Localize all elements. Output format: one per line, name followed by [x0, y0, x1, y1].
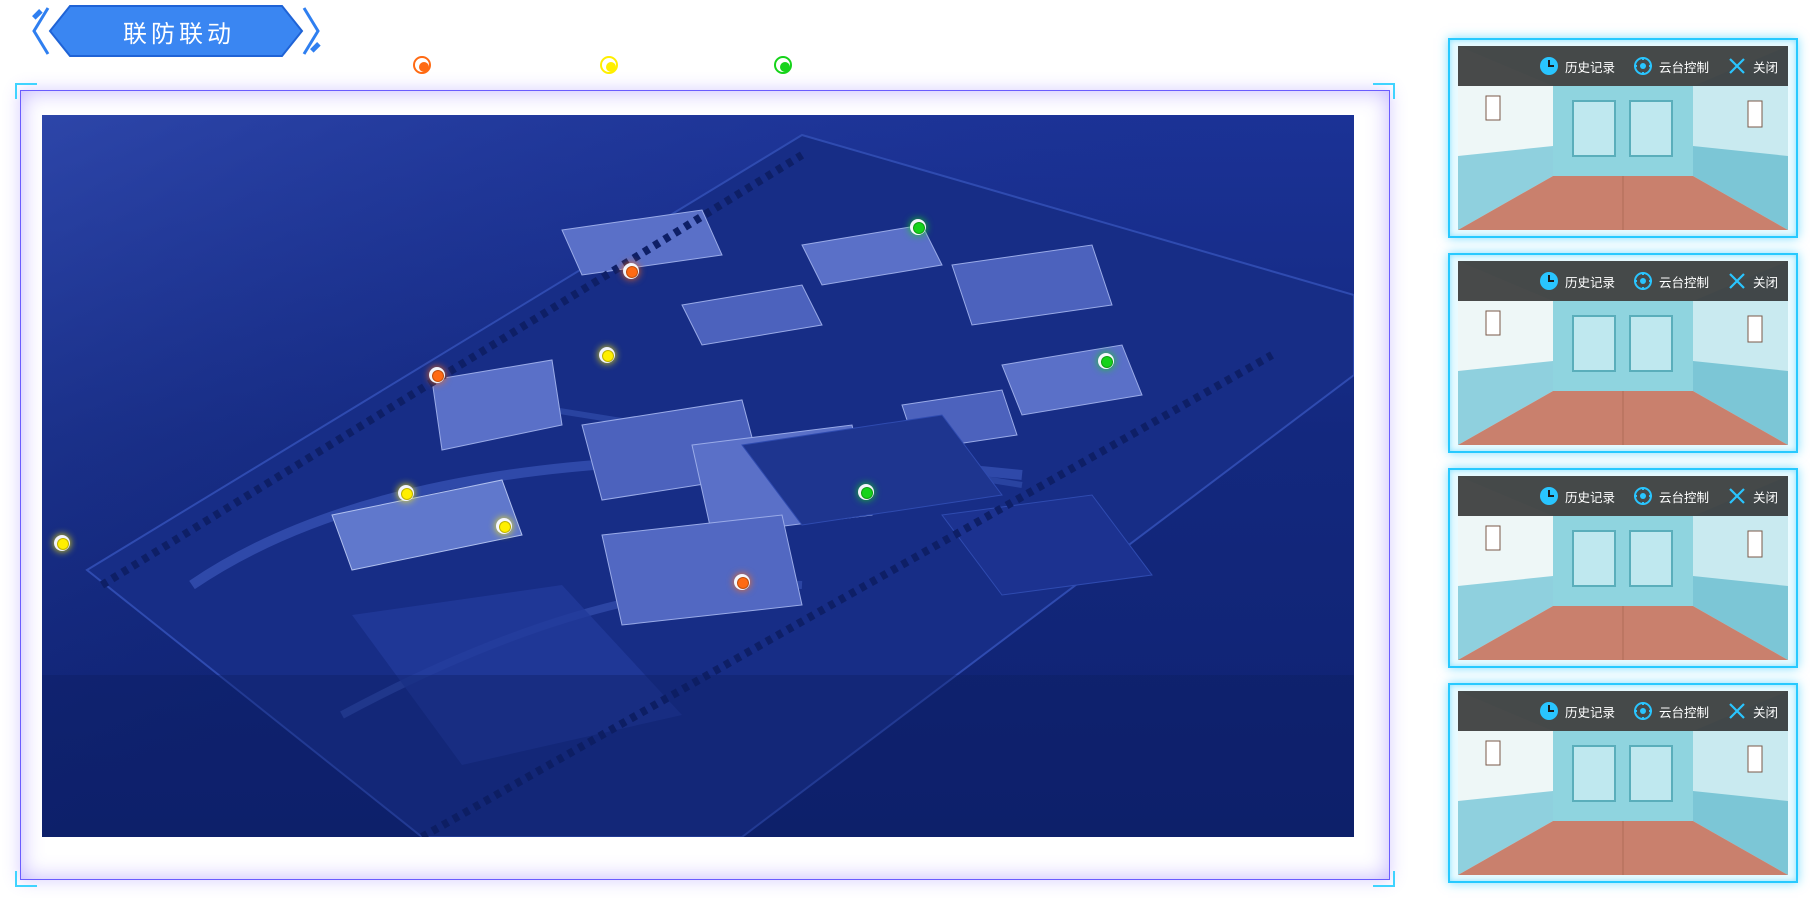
- frame-corner: [1373, 83, 1395, 99]
- close-icon: [1729, 488, 1745, 504]
- close-button[interactable]: 关闭: [1727, 271, 1778, 291]
- map-marker-orange[interactable]: [429, 367, 445, 383]
- history-button[interactable]: 历史记录: [1539, 701, 1615, 721]
- ptz-control-icon: [1633, 272, 1652, 290]
- ptz-control-label: 云台控制: [1658, 704, 1709, 720]
- close-label: 关闭: [1752, 59, 1778, 75]
- history-button[interactable]: 历史记录: [1539, 271, 1615, 291]
- title-badge: 联防联动: [26, 2, 326, 60]
- history-label: 历史记录: [1564, 274, 1615, 290]
- page-title: 联防联动: [123, 19, 235, 48]
- map-marker-green[interactable]: [910, 219, 926, 235]
- linked-defense-page: 联防联动 历史记录 云台控制 关闭 历史记录 云台控制 关闭 历史记录 云台控制…: [0, 0, 1810, 901]
- legend-dot-green: [774, 56, 792, 74]
- map-panel: [15, 83, 1395, 887]
- ptz-control-button[interactable]: 云台控制: [1633, 486, 1709, 506]
- map-marker-yellow[interactable]: [496, 518, 512, 534]
- close-icon: [1729, 703, 1745, 719]
- history-icon: [1539, 487, 1558, 505]
- ptz-control-label: 云台控制: [1658, 274, 1709, 290]
- frame-corner: [1373, 871, 1395, 887]
- campus-aerial-image: [42, 115, 1354, 837]
- camera-panel-4: 历史记录 云台控制 关闭: [1448, 683, 1798, 883]
- camera-toolbar: 历史记录 云台控制 关闭: [1458, 476, 1788, 516]
- camera-toolbar: 历史记录 云台控制 关闭: [1458, 691, 1788, 731]
- map-marker-orange[interactable]: [734, 574, 750, 590]
- frame-corner: [15, 871, 37, 887]
- history-icon: [1539, 57, 1558, 75]
- map-marker-orange[interactable]: [623, 263, 639, 279]
- history-icon: [1539, 702, 1558, 720]
- ptz-control-button[interactable]: 云台控制: [1633, 56, 1709, 76]
- camera-panel-3: 历史记录 云台控制 关闭: [1448, 468, 1798, 668]
- close-label: 关闭: [1752, 704, 1778, 720]
- history-icon: [1539, 272, 1558, 290]
- close-button[interactable]: 关闭: [1727, 701, 1778, 721]
- camera-feed[interactable]: 历史记录 云台控制 关闭: [1458, 261, 1788, 445]
- close-button[interactable]: 关闭: [1727, 486, 1778, 506]
- ptz-control-label: 云台控制: [1658, 59, 1709, 75]
- legend-dot-orange: [413, 56, 431, 74]
- ptz-control-icon: [1633, 57, 1652, 75]
- history-button[interactable]: 历史记录: [1539, 56, 1615, 76]
- camera-feed[interactable]: 历史记录 云台控制 关闭: [1458, 46, 1788, 230]
- map-marker-green[interactable]: [1098, 353, 1114, 369]
- close-label: 关闭: [1752, 489, 1778, 505]
- frame-corner: [15, 83, 37, 99]
- ptz-control-icon: [1633, 487, 1652, 505]
- history-button[interactable]: 历史记录: [1539, 486, 1615, 506]
- ptz-control-label: 云台控制: [1658, 489, 1709, 505]
- map-marker-yellow[interactable]: [54, 535, 70, 551]
- history-label: 历史记录: [1564, 59, 1615, 75]
- map-marker-yellow[interactable]: [599, 347, 615, 363]
- map-marker-yellow[interactable]: [398, 485, 414, 501]
- camera-panel-1: 历史记录 云台控制 关闭: [1448, 38, 1798, 238]
- close-label: 关闭: [1752, 274, 1778, 290]
- camera-feed[interactable]: 历史记录 云台控制 关闭: [1458, 691, 1788, 875]
- history-label: 历史记录: [1564, 489, 1615, 505]
- camera-feed[interactable]: 历史记录 云台控制 关闭: [1458, 476, 1788, 660]
- camera-toolbar: 历史记录 云台控制 关闭: [1458, 46, 1788, 86]
- campus-aerial-map[interactable]: [42, 115, 1354, 837]
- history-label: 历史记录: [1564, 704, 1615, 720]
- camera-panel-2: 历史记录 云台控制 关闭: [1448, 253, 1798, 453]
- ptz-control-icon: [1633, 702, 1652, 720]
- close-icon: [1729, 273, 1745, 289]
- ptz-control-button[interactable]: 云台控制: [1633, 701, 1709, 721]
- ptz-control-button[interactable]: 云台控制: [1633, 271, 1709, 291]
- close-button[interactable]: 关闭: [1727, 56, 1778, 76]
- legend-dot-yellow: [600, 56, 618, 74]
- close-icon: [1729, 58, 1745, 74]
- camera-toolbar: 历史记录 云台控制 关闭: [1458, 261, 1788, 301]
- map-marker-green[interactable]: [858, 484, 874, 500]
